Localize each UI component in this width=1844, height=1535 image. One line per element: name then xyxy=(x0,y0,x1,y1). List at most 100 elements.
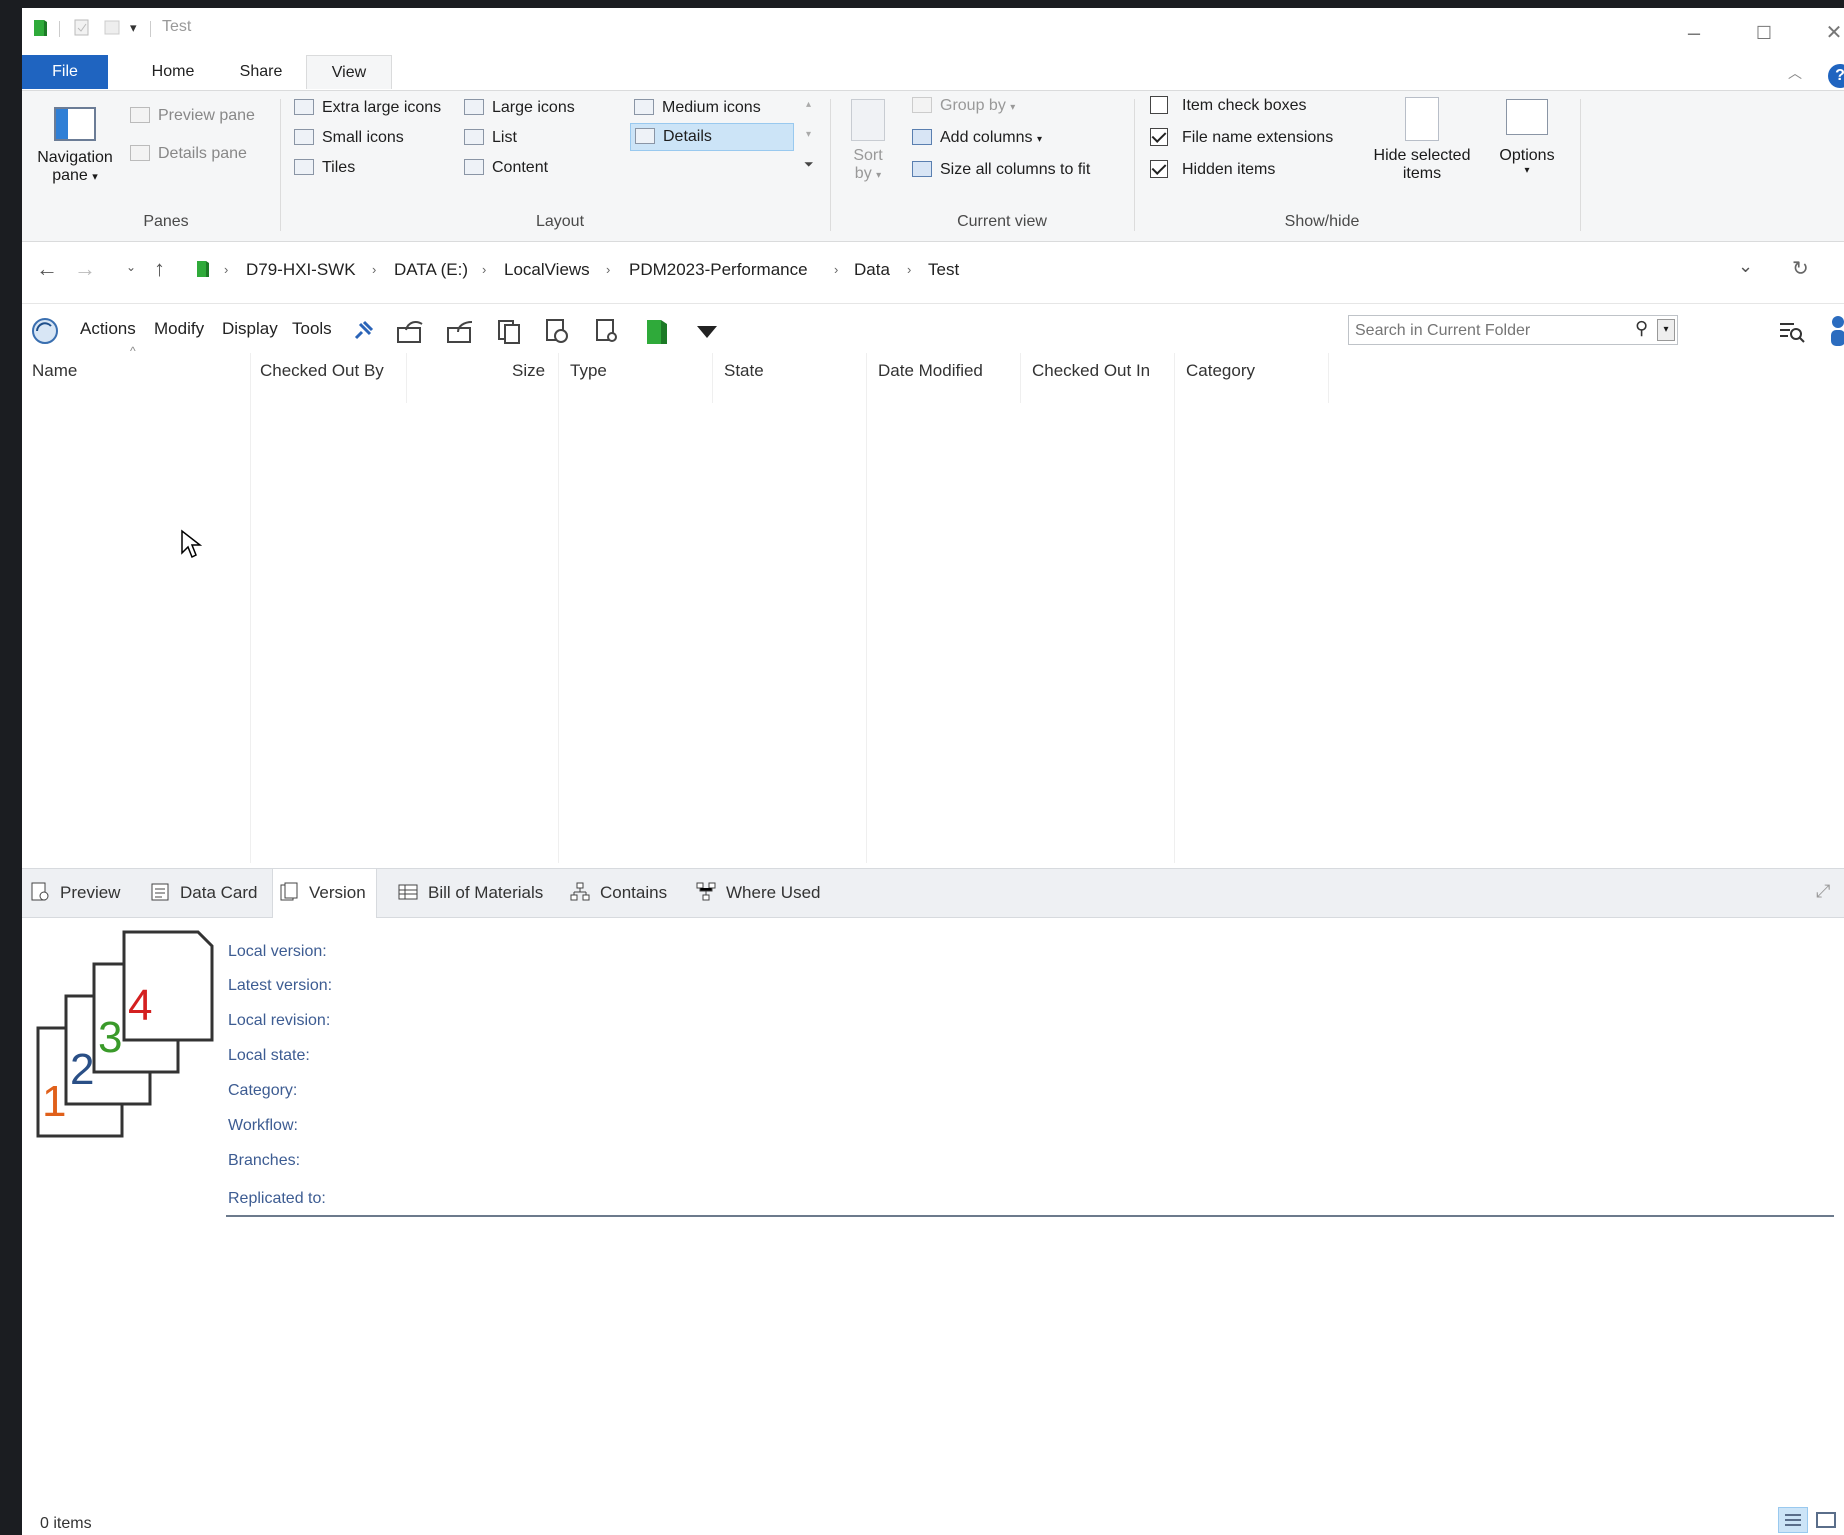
vault-view-icon[interactable] xyxy=(644,318,670,344)
column-size[interactable]: Size xyxy=(512,353,545,389)
chevron-right-icon[interactable]: › xyxy=(606,244,610,296)
contains-icon xyxy=(570,873,590,901)
tiles-button[interactable]: Tiles xyxy=(294,155,355,181)
expand-pane-icon[interactable]: ⤢ xyxy=(1816,881,1830,902)
breadcrumb-item[interactable]: DATA (E:) xyxy=(394,244,468,296)
chevron-right-icon[interactable]: › xyxy=(224,244,228,296)
check-out-icon[interactable] xyxy=(396,318,423,344)
tab-contains[interactable]: Contains xyxy=(570,869,667,917)
pdm-toolbar: Actions Modify Display Tools ⚲ xyxy=(22,303,1844,354)
tab-data-card[interactable]: Data Card xyxy=(150,869,257,917)
forward-arrow-icon[interactable]: → xyxy=(74,256,96,282)
file-name-extensions-toggle[interactable]: File name extensions xyxy=(1150,125,1333,151)
hidden-items-toggle[interactable]: Hidden items xyxy=(1150,157,1275,183)
details-pane-button[interactable]: Details pane xyxy=(130,141,247,167)
column-checked-out-in[interactable]: Checked Out In xyxy=(1032,353,1150,389)
tab-file[interactable]: File xyxy=(22,55,108,89)
panes-group-label: Panes xyxy=(143,213,189,230)
breadcrumb-item[interactable]: LocalViews xyxy=(504,244,590,296)
column-type[interactable]: Type xyxy=(570,353,607,389)
tab-where-used[interactable]: Where Used xyxy=(696,869,820,917)
copy-tree-icon[interactable] xyxy=(496,318,522,344)
customize-qa-icon[interactable]: ▾ xyxy=(130,20,137,36)
large-icons-view-icon[interactable] xyxy=(1814,1509,1838,1531)
list-button[interactable]: List xyxy=(464,125,517,151)
check-in-icon[interactable] xyxy=(446,318,473,344)
breadcrumb-item[interactable]: PDM2023-Performance xyxy=(629,244,808,296)
chevron-right-icon[interactable]: › xyxy=(372,244,376,296)
version-number-1: 1 xyxy=(42,1077,66,1126)
recent-locations-icon[interactable]: ⌄ xyxy=(126,260,136,274)
up-arrow-icon[interactable]: ↑ xyxy=(154,256,165,282)
tab-share[interactable]: Share xyxy=(218,55,304,89)
version-number-3: 3 xyxy=(98,1013,122,1062)
navigation-pane-button[interactable]: Navigation pane ▾ xyxy=(30,99,120,195)
details-button[interactable]: Details xyxy=(630,123,794,151)
item-check-boxes-toggle[interactable]: Item check boxes xyxy=(1150,93,1307,119)
address-dropdown-icon[interactable]: ⌄ xyxy=(1738,256,1753,277)
column-checked-out-by[interactable]: Checked Out By xyxy=(260,353,384,389)
layout-scroll-up-icon[interactable]: ▴ xyxy=(806,99,811,110)
tab-preview[interactable]: Preview xyxy=(30,869,120,917)
preview-pane-button[interactable]: Preview pane xyxy=(130,103,255,129)
status-bar: 0 items xyxy=(22,1505,1844,1535)
menu-modify[interactable]: Modify xyxy=(154,304,204,354)
toolbar-dropdown-icon[interactable] xyxy=(694,318,720,344)
tab-view[interactable]: View xyxy=(306,55,392,89)
column-category[interactable]: Category xyxy=(1186,353,1255,389)
breadcrumb-item[interactable]: D79-HXI-SWK xyxy=(246,244,356,296)
minimize-button[interactable]: – xyxy=(1674,14,1714,52)
search-box[interactable]: ⚲ ▾ xyxy=(1348,315,1678,345)
medium-icons-button[interactable]: Medium icons xyxy=(634,95,761,121)
divider xyxy=(280,99,281,231)
chevron-right-icon[interactable]: › xyxy=(482,244,486,296)
search-dropdown-icon[interactable]: ▾ xyxy=(1657,319,1675,341)
user-icon[interactable] xyxy=(1828,314,1844,351)
help-icon[interactable]: ? xyxy=(1828,64,1844,88)
details-view-icon[interactable] xyxy=(1778,1507,1808,1533)
options-button[interactable]: Options ▾ xyxy=(1486,99,1568,176)
column-date-modified[interactable]: Date Modified xyxy=(878,353,983,389)
current-view-group-label: Current view xyxy=(957,213,1047,230)
menu-display[interactable]: Display xyxy=(222,304,278,354)
add-columns-button[interactable]: Add columns ▾ xyxy=(912,125,1042,151)
breadcrumb-item[interactable]: Test xyxy=(928,244,959,296)
hide-selected-items-button[interactable]: Hide selected items xyxy=(1362,97,1482,183)
version-number-4: 4 xyxy=(128,981,152,1030)
layout-expand-icon[interactable]: ⏷ xyxy=(804,157,814,172)
back-arrow-icon[interactable]: ← xyxy=(36,256,58,282)
tab-bill-of-materials[interactable]: Bill of Materials xyxy=(398,869,543,917)
new-folder-icon[interactable] xyxy=(104,19,120,37)
advanced-search-icon[interactable] xyxy=(1778,318,1806,349)
pin-icon[interactable] xyxy=(350,318,376,344)
column-name[interactable]: Name xyxy=(32,353,77,389)
search-icon[interactable]: ⚲ xyxy=(1635,318,1648,339)
breadcrumb-item[interactable]: Data xyxy=(854,244,890,296)
column-state[interactable]: State xyxy=(724,353,764,389)
search-input[interactable] xyxy=(1353,319,1627,343)
tab-home[interactable]: Home xyxy=(130,55,216,89)
menu-tools[interactable]: Tools xyxy=(292,304,332,354)
maximize-button[interactable]: ☐ xyxy=(1744,14,1784,52)
size-all-columns-button[interactable]: Size all columns to fit xyxy=(912,157,1090,183)
tab-version[interactable]: Version xyxy=(272,869,377,918)
collapse-ribbon-icon[interactable]: ︿ xyxy=(1788,63,1802,83)
divider xyxy=(830,99,831,231)
chevron-right-icon[interactable]: › xyxy=(907,244,911,296)
file-list[interactable] xyxy=(22,393,1844,863)
chevron-right-icon[interactable]: › xyxy=(834,244,838,296)
properties-icon[interactable] xyxy=(74,19,90,37)
small-icons-button[interactable]: Small icons xyxy=(294,125,404,151)
close-button[interactable]: ✕ xyxy=(1814,14,1844,52)
extra-large-icons-button[interactable]: Extra large icons xyxy=(294,95,441,121)
get-version-icon[interactable] xyxy=(544,318,570,344)
large-icons-button[interactable]: Large icons xyxy=(464,95,575,121)
sort-by-button[interactable]: Sort by ▾ xyxy=(844,99,892,183)
sync-icon[interactable] xyxy=(30,316,58,344)
group-by-button[interactable]: Group by ▾ xyxy=(912,93,1015,119)
menu-actions[interactable]: Actions xyxy=(80,304,136,354)
file-search-icon[interactable] xyxy=(594,318,620,344)
content-button[interactable]: Content xyxy=(464,155,548,181)
refresh-icon[interactable]: ↻ xyxy=(1792,256,1809,281)
layout-scroll-down-icon[interactable]: ▾ xyxy=(806,129,811,140)
